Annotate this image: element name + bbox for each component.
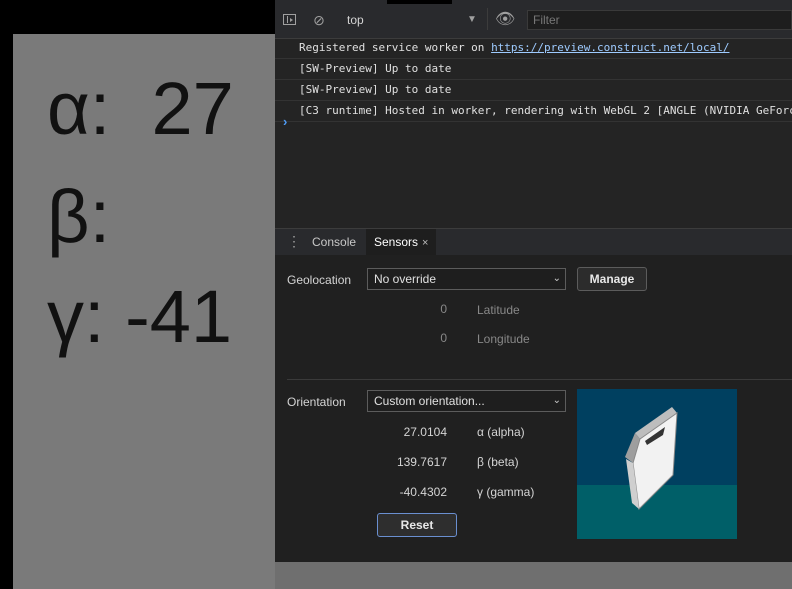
- more-options-icon[interactable]: ⋮: [287, 234, 301, 248]
- chevron-down-icon: ⌄: [552, 395, 561, 406]
- console-log: Registered service worker on https://pre…: [275, 38, 792, 122]
- orientation-select[interactable]: Custom orientation... ⌄: [367, 390, 566, 412]
- beta-input[interactable]: 139.7617: [387, 455, 447, 469]
- sensors-panel: Geolocation No override ⌄ Manage 0 Latit…: [275, 255, 792, 562]
- window-edge: [387, 0, 452, 4]
- reset-button[interactable]: Reset: [377, 513, 457, 537]
- context-select[interactable]: top: [341, 11, 487, 29]
- background-strip: [275, 562, 792, 589]
- longitude-label: Longitude: [477, 332, 530, 346]
- geolocation-label: Geolocation: [287, 273, 352, 287]
- log-line: [SW-Preview] Up to date: [275, 80, 792, 101]
- log-text: Registered service worker on: [299, 41, 492, 54]
- filter-input[interactable]: Filter: [527, 10, 792, 30]
- beta-readout: β:: [47, 175, 111, 258]
- eye-icon[interactable]: 👁: [495, 12, 515, 28]
- drawer-tabbar: ⋮ Console Sensors ×: [275, 228, 792, 256]
- clear-console-icon[interactable]: ⊘: [311, 12, 327, 28]
- close-icon[interactable]: ×: [422, 237, 428, 249]
- console-toolbar: ⊘ top ▼ 👁 Filter: [275, 0, 792, 39]
- geolocation-value: No override: [374, 272, 437, 286]
- log-line: [SW-Preview] Up to date: [275, 59, 792, 80]
- chevron-down-icon[interactable]: ▼: [467, 11, 477, 29]
- orientation-value: Custom orientation...: [374, 394, 485, 408]
- sidebar-toggle-icon[interactable]: [283, 14, 296, 25]
- gamma-label: γ (gamma): [477, 485, 535, 499]
- log-line: Registered service worker on https://pre…: [275, 38, 792, 59]
- beta-label: β (beta): [477, 455, 519, 469]
- manage-button[interactable]: Manage: [577, 267, 647, 291]
- orientation-label: Orientation: [287, 395, 346, 409]
- game-canvas: α: 27 β: γ: -41: [13, 34, 275, 589]
- latitude-label: Latitude: [477, 303, 520, 317]
- alpha-input[interactable]: 27.0104: [387, 425, 447, 439]
- toolbar-divider: [487, 8, 488, 30]
- section-divider: [287, 379, 792, 380]
- log-link[interactable]: https://preview.construct.net/local/: [491, 41, 729, 54]
- tab-label: Console: [312, 235, 357, 249]
- latitude-input[interactable]: 0: [387, 302, 447, 316]
- alpha-readout: α: 27: [47, 67, 234, 150]
- console-prompt[interactable]: ›: [283, 114, 287, 129]
- device-orientation-preview[interactable]: [577, 389, 737, 539]
- devtools-panel: ⊘ top ▼ 👁 Filter Registered service work…: [275, 0, 792, 562]
- log-line: [C3 runtime] Hosted in worker, rendering…: [275, 101, 792, 122]
- tab-sensors[interactable]: Sensors ×: [366, 229, 437, 255]
- gamma-input[interactable]: -40.4302: [387, 485, 447, 499]
- alpha-label: α (alpha): [477, 425, 525, 439]
- preview-floor: [577, 485, 737, 539]
- longitude-input[interactable]: 0: [387, 331, 447, 345]
- tab-label: Sensors: [374, 235, 419, 249]
- chevron-down-icon: ⌄: [552, 273, 561, 284]
- tab-console[interactable]: Console: [304, 229, 364, 255]
- gamma-readout: γ: -41: [47, 275, 233, 358]
- geolocation-select[interactable]: No override ⌄: [367, 268, 566, 290]
